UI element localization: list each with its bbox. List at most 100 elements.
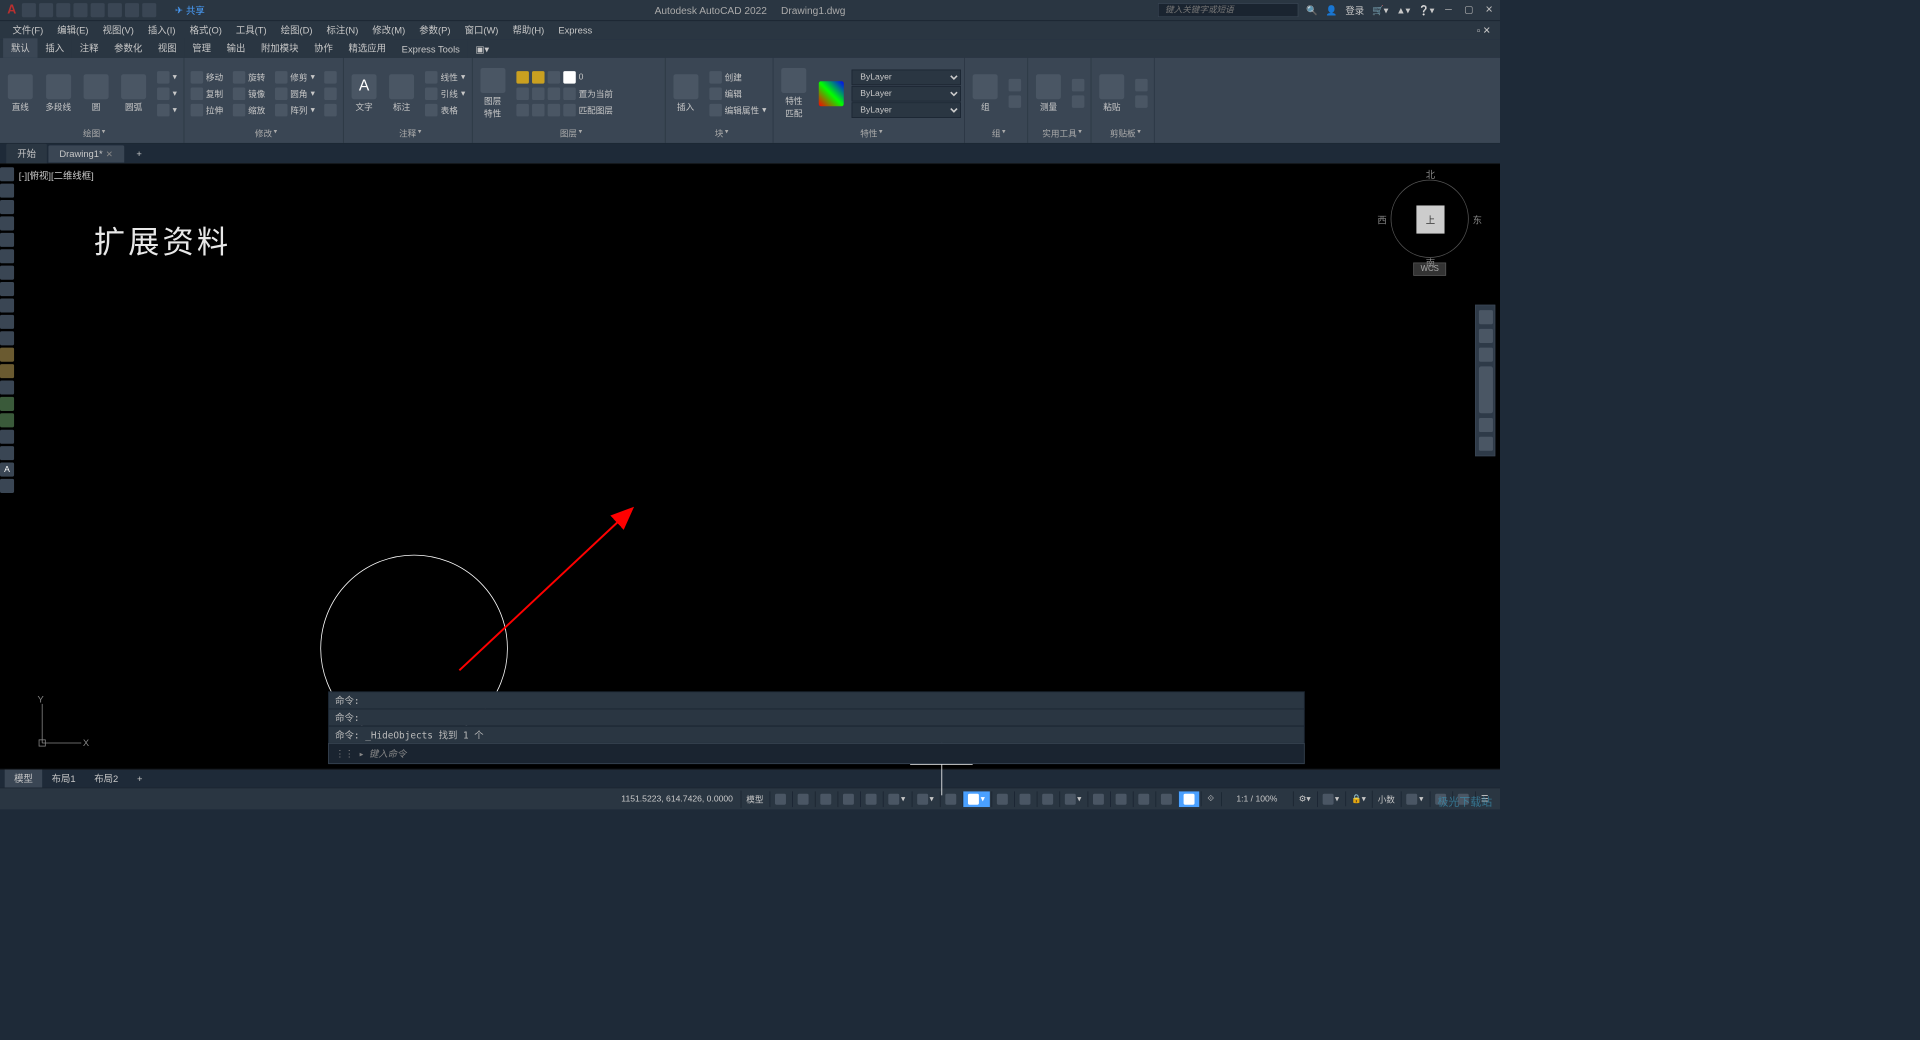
menu-express[interactable]: Express — [552, 22, 598, 38]
util-more-2[interactable] — [1069, 94, 1088, 110]
move-button[interactable]: 移动 — [187, 69, 226, 85]
fillet-button[interactable]: 圆角 ▾ — [272, 86, 319, 102]
tool-circle-icon[interactable] — [0, 266, 14, 280]
qat-web-icon[interactable] — [91, 3, 105, 17]
tool-rect-icon[interactable] — [0, 233, 14, 247]
status-snap-icon[interactable] — [792, 791, 813, 807]
ribtab-default[interactable]: 默认 — [3, 38, 37, 58]
tool-addselected-icon[interactable] — [0, 479, 14, 493]
stretch-button[interactable]: 拉伸 — [187, 102, 226, 118]
nav-orbit-icon[interactable] — [1479, 418, 1493, 432]
ribtab-collapse-icon[interactable]: ▣▾ — [468, 41, 497, 58]
paste-button[interactable]: 粘贴 — [1095, 71, 1129, 116]
status-annomon-icon[interactable] — [1156, 791, 1177, 807]
clip-more-1[interactable] — [1132, 77, 1151, 93]
ribtab-param[interactable]: 参数化 — [106, 38, 150, 58]
status-gizmo-icon[interactable] — [1133, 791, 1154, 807]
help-icon[interactable]: ❔▾ — [1418, 5, 1434, 16]
new-tab-button[interactable]: + — [125, 145, 152, 162]
tool-pline-icon[interactable] — [0, 200, 14, 214]
status-infer-icon[interactable] — [815, 791, 836, 807]
tool-spline-icon[interactable] — [0, 298, 14, 312]
tab-start[interactable]: 开始 — [6, 144, 47, 164]
menu-format[interactable]: 格式(O) — [183, 21, 228, 39]
viewport-label[interactable]: [-][俯视][二维线框] — [19, 169, 94, 182]
linear-button[interactable]: 线性 ▾ — [422, 69, 469, 85]
ribtab-featured[interactable]: 精选应用 — [341, 38, 394, 58]
panel-prop-title[interactable]: 特性 — [777, 126, 961, 140]
mirror-button[interactable]: 镜像 — [229, 86, 268, 102]
group-more-1[interactable] — [1006, 77, 1025, 93]
panel-group-title[interactable]: 组 — [968, 126, 1024, 140]
search-icon[interactable]: 🔍 — [1306, 5, 1318, 16]
menu-dim[interactable]: 标注(N) — [320, 21, 364, 39]
menu-param[interactable]: 参数(P) — [413, 21, 457, 39]
layer-dropdown[interactable]: 0 — [513, 69, 661, 85]
tool-arc-icon[interactable] — [0, 249, 14, 263]
ribtab-insert[interactable]: 插入 — [38, 38, 72, 58]
panel-block-title[interactable]: 块 — [668, 126, 769, 140]
status-dynucs-icon[interactable] — [1088, 791, 1109, 807]
qat-undo-icon[interactable] — [125, 3, 139, 17]
copy-button[interactable]: 复制 — [187, 86, 226, 102]
layout-2[interactable]: 布局2 — [85, 770, 128, 788]
nav-wheel-icon[interactable] — [1479, 366, 1493, 413]
tool-gradient-icon[interactable] — [0, 413, 14, 427]
close-button[interactable]: ✕ — [1483, 4, 1496, 17]
status-coords[interactable]: 1151.5223, 614.7426, 0.0000 — [615, 794, 739, 803]
status-qp-icon[interactable] — [1178, 791, 1199, 807]
modify-more-2[interactable] — [321, 86, 340, 102]
tool-insert-icon[interactable] — [0, 348, 14, 362]
ribtab-express[interactable]: Express Tools — [394, 41, 468, 58]
panel-layer-title[interactable]: 图层 — [475, 126, 661, 140]
tool-makeblock-icon[interactable] — [0, 364, 14, 378]
color-swatch-button[interactable] — [814, 78, 848, 109]
lineweight-dropdown[interactable]: ByLayer — [852, 86, 961, 102]
layer-props-button[interactable]: 图层特性 — [475, 64, 509, 122]
status-iso-icon[interactable]: ▾ — [912, 791, 939, 807]
viewcube-w[interactable]: 西 — [1377, 213, 1386, 226]
tool-construction-icon[interactable] — [0, 184, 14, 198]
modify-more-3[interactable] — [321, 102, 340, 118]
menu-insert[interactable]: 插入(I) — [142, 21, 182, 39]
draw-more-1[interactable]: ▾ — [154, 69, 180, 85]
polyline-button[interactable]: 多段线 — [41, 71, 76, 116]
linetype-dropdown[interactable]: ByLayer — [852, 102, 961, 118]
insert-button[interactable]: 插入 — [668, 71, 702, 116]
group-button[interactable]: 组 — [968, 71, 1002, 116]
rotate-button[interactable]: 旋转 — [229, 69, 268, 85]
status-lock-icon[interactable]: 🔒▾ — [1346, 791, 1371, 806]
qat-new-icon[interactable] — [22, 3, 36, 17]
layout-1[interactable]: 布局1 — [42, 770, 85, 788]
matchlayer-button[interactable]: 匹配图层 — [513, 102, 661, 118]
line-button[interactable]: 直线 — [3, 71, 37, 116]
status-3dosnap-icon[interactable]: ▾ — [1059, 791, 1086, 807]
qat-open-icon[interactable] — [39, 3, 53, 17]
create-block-button[interactable]: 创建 — [706, 69, 770, 85]
draw-more-3[interactable]: ▾ — [154, 102, 180, 118]
tab-drawing1[interactable]: Drawing1*✕ — [48, 145, 123, 162]
status-otrack-icon[interactable] — [940, 791, 961, 807]
status-grid-icon[interactable] — [770, 791, 791, 807]
close-tab-icon[interactable]: ✕ — [106, 150, 113, 159]
tool-revcloud-icon[interactable] — [0, 282, 14, 296]
tool-table-icon[interactable] — [0, 446, 14, 460]
menu-help[interactable]: 帮助(H) — [506, 21, 550, 39]
menu-window[interactable]: 窗口(W) — [458, 21, 504, 39]
ribtab-manage[interactable]: 管理 — [184, 38, 218, 58]
status-filter-icon[interactable] — [1110, 791, 1131, 807]
menu-view[interactable]: 视图(V) — [96, 21, 140, 39]
login-button[interactable]: 登录 — [1345, 4, 1364, 17]
ribtab-view[interactable]: 视图 — [150, 38, 184, 58]
status-model[interactable]: 模型 — [741, 790, 768, 807]
viewcube-n[interactable]: 北 — [1426, 168, 1435, 181]
view-cube[interactable]: 上 北 南 东 西 WCS — [1383, 180, 1477, 289]
nav-zoomext-icon[interactable] — [1479, 348, 1493, 362]
tool-line-icon[interactable] — [0, 167, 14, 181]
menu-modify[interactable]: 修改(M) — [366, 21, 411, 39]
status-units-icon[interactable]: ⟐ — [1201, 791, 1220, 806]
tool-mtext-icon[interactable]: A — [0, 463, 14, 477]
tool-polygon-icon[interactable] — [0, 216, 14, 230]
status-dec[interactable]: 小数 — [1372, 790, 1399, 807]
status-dyn-icon[interactable] — [838, 791, 859, 807]
